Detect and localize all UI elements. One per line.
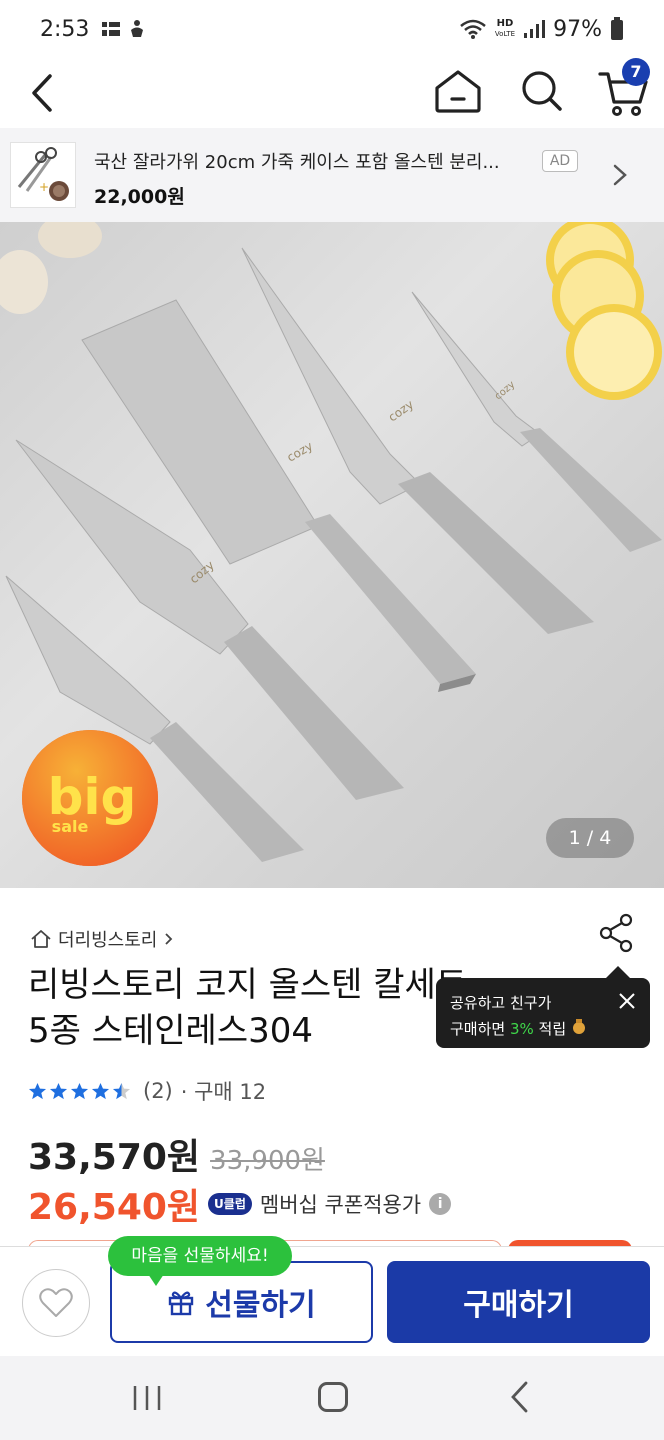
- share-icon[interactable]: [598, 912, 636, 954]
- status-notification-icons: [101, 19, 147, 39]
- tooltip-line2-suffix: 적립: [533, 1020, 567, 1038]
- search-icon[interactable]: [514, 62, 570, 118]
- status-right: HD VoLTE 97%: [459, 17, 624, 42]
- chevron-right-icon: [165, 933, 173, 945]
- tooltip-reward-rate: 3%: [509, 1020, 534, 1038]
- recents-icon[interactable]: [130, 1384, 164, 1412]
- gift-promo-bubble: 마음을 선물하세요!: [108, 1236, 292, 1286]
- home-icon[interactable]: [430, 62, 486, 118]
- scissors-product-image: +: [17, 147, 69, 201]
- system-nav-bar: [0, 1356, 664, 1440]
- back-icon[interactable]: [22, 66, 62, 116]
- store-name: 더리빙스토리: [58, 930, 158, 951]
- tooltip-line2-prefix: 구매하면: [450, 1020, 510, 1038]
- cart-count-badge: 7: [622, 58, 650, 86]
- uclub-badge: U클럽: [208, 1193, 252, 1215]
- original-price: 33,900원: [210, 1146, 325, 1176]
- image-counter: 1 / 4: [546, 818, 634, 858]
- star-icon: [112, 1082, 131, 1099]
- sale-badge-sale: sale: [52, 817, 89, 836]
- close-icon[interactable]: [618, 992, 636, 1010]
- chevron-right-icon: [613, 164, 627, 186]
- system-home-icon[interactable]: [318, 1382, 348, 1412]
- wishlist-button[interactable]: [22, 1269, 90, 1337]
- buy-button[interactable]: 구매하기: [387, 1261, 650, 1343]
- ad-thumbnail: +: [10, 142, 76, 208]
- ad-title: 국산 잘라가위 20cm 가죽 케이스 포함 올스텐 분리...: [94, 152, 500, 173]
- coupon-price-row: 26,540원 U클럽 멤버십 쿠폰적용가 i: [28, 1178, 452, 1230]
- star-icon: [70, 1082, 89, 1099]
- system-back-icon[interactable]: [508, 1380, 532, 1414]
- coupon-price: 26,540원: [28, 1187, 201, 1228]
- svg-text:cozy: cozy: [285, 439, 316, 465]
- review-count: (2): [143, 1079, 173, 1103]
- svg-text:cozy: cozy: [493, 379, 518, 402]
- status-time: 2:53: [40, 16, 90, 42]
- volte-label: VoLTE: [494, 30, 516, 38]
- ad-price: 22,000원: [94, 186, 185, 208]
- star-icon: [49, 1082, 68, 1099]
- tooltip-line2: 구매하면 3% 적립: [450, 1016, 636, 1042]
- membership-coupon-label: 멤버십 쿠폰적용가: [259, 1193, 422, 1217]
- store-link[interactable]: 더리빙스토리: [30, 926, 175, 952]
- svg-text:cozy: cozy: [386, 397, 416, 424]
- gallery-notification-icon: [102, 22, 121, 36]
- top-nav: 7: [0, 58, 664, 128]
- status-bar: 2:53 HD VoLTE 97%: [0, 0, 664, 58]
- battery-percent: 97%: [553, 16, 602, 42]
- hd-label: HD: [496, 18, 514, 29]
- knife-set-photo: cozy cozy cozy cozy big sale: [0, 222, 662, 866]
- gift-label: 선물하기: [205, 1288, 316, 1323]
- current-price: 33,570원: [28, 1137, 201, 1178]
- bottom-action-bar: 선물하기 구매하기: [0, 1246, 664, 1356]
- store-home-icon: [31, 930, 51, 948]
- heart-icon: [39, 1288, 73, 1317]
- svg-text:+: +: [39, 180, 49, 194]
- purchase-count: · 구매 12: [180, 1080, 267, 1104]
- price-row: 33,570원 33,900원: [28, 1128, 325, 1180]
- buy-label: 구매하기: [463, 1288, 574, 1323]
- share-reward-tooltip: 공유하고 친구가 구매하면 3% 적립: [436, 966, 650, 1048]
- cart-button[interactable]: 7: [594, 58, 658, 120]
- hd-voice-indicator: HD VoLTE: [495, 19, 515, 39]
- star-icon: [28, 1082, 47, 1099]
- ad-banner[interactable]: + 국산 잘라가위 20cm 가죽 케이스 포함 올스텐 분리... 22,00…: [0, 128, 664, 222]
- info-icon[interactable]: i: [429, 1193, 452, 1215]
- ad-badge: AD: [542, 150, 578, 172]
- product-page: 2:53 HD VoLTE 97% 7 + 국산 잘라가위 20cm 가죽 케이…: [0, 0, 664, 1440]
- product-image-carousel[interactable]: cozy cozy cozy cozy big sale 1 / 4: [0, 222, 664, 888]
- rating-row[interactable]: (2) · 구매 12: [28, 1076, 266, 1106]
- star-rating: [28, 1082, 131, 1101]
- gift-icon: [169, 1291, 194, 1316]
- money-bag-icon: [572, 1019, 585, 1034]
- tooltip-line1: 공유하고 친구가: [450, 994, 552, 1012]
- wifi-icon: [460, 19, 486, 39]
- signal-icon: [524, 20, 546, 38]
- accessibility-notification-icon: [131, 20, 144, 37]
- star-icon: [91, 1082, 110, 1099]
- battery-icon: [611, 17, 623, 40]
